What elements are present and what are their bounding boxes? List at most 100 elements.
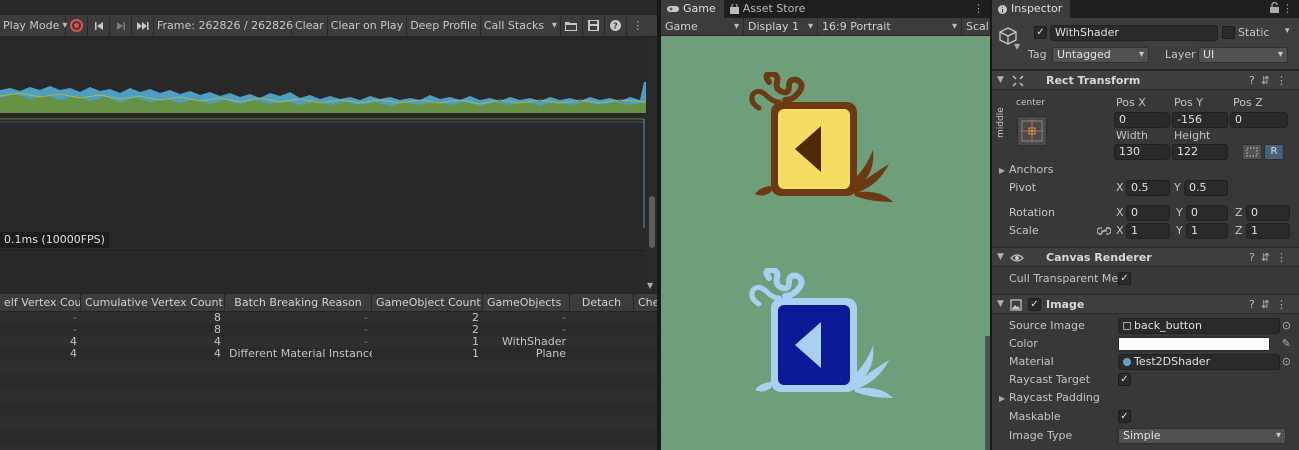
static-checkbox[interactable] [1222, 26, 1235, 39]
component-controls-icon[interactable]: ?⇵⋮ [1249, 298, 1293, 311]
profiler-scrollbar-thumb[interactable] [649, 196, 655, 248]
scale-y-field[interactable]: 1 [1186, 223, 1228, 239]
posz-field[interactable]: 0 [1230, 112, 1288, 128]
col-gameobjects[interactable]: GameObjects [483, 294, 570, 312]
foldout-arrow-icon[interactable]: ▼ [997, 299, 1004, 309]
save-button[interactable] [583, 15, 605, 36]
game-viewport[interactable] [661, 36, 990, 450]
image-enabled-checkbox[interactable]: ✓ [1028, 298, 1041, 311]
pivot-x-field[interactable]: 0.5 [1126, 180, 1170, 196]
constrain-proportions-icon[interactable] [1097, 226, 1111, 236]
component-controls-icon[interactable]: ?⇵⋮ [1249, 74, 1293, 87]
rot-z-field[interactable]: 0 [1246, 205, 1290, 221]
foldout-arrow-icon[interactable]: ▼ [997, 252, 1004, 262]
col-gameobject-count[interactable]: GameObject Count [372, 294, 483, 312]
pivot-y-field[interactable]: 0.5 [1184, 180, 1228, 196]
col-self-vertex-count[interactable]: elf Vertex Cour [0, 294, 81, 312]
rot-y-field[interactable]: 0 [1186, 205, 1228, 221]
scale-z-field[interactable]: 1 [1246, 223, 1290, 239]
deep-profile-button[interactable]: Deep Profile [407, 15, 481, 36]
col-detach[interactable]: Detach [570, 294, 634, 312]
image-type-dropdown[interactable]: Simple [1118, 428, 1286, 444]
scroll-down-arrow-icon[interactable]: ▼ [647, 281, 653, 290]
prev-frame-button[interactable] [88, 15, 110, 36]
cull-transparent-checkbox[interactable]: ✓ [1118, 272, 1131, 285]
rot-x-field[interactable]: 0 [1126, 205, 1170, 221]
tab-game[interactable]: Game [661, 0, 724, 18]
static-dropdown-arrow-icon[interactable]: ▾ [1285, 26, 1290, 36]
play-mode-dropdown[interactable]: Play Mode [0, 15, 66, 36]
image-component-header[interactable]: ▼ ✓ Image ?⇵⋮ [992, 294, 1299, 314]
clear-button[interactable]: Clear [292, 15, 328, 36]
next-frame-button[interactable] [110, 15, 132, 36]
back-button-blue[interactable] [741, 268, 901, 408]
blueprint-mode-button[interactable] [1242, 144, 1262, 160]
back-button-yellow[interactable] [741, 72, 901, 212]
posy-field[interactable]: -156 [1172, 112, 1228, 128]
profiler-scrollbar[interactable]: ▼ [646, 38, 657, 290]
raw-edit-button[interactable]: R [1264, 144, 1284, 160]
cpu-usage-chart[interactable] [0, 38, 647, 228]
col-cumulative-vertex-count[interactable]: Cumulative Vertex Count [81, 294, 225, 312]
raycast-padding-foldout-icon[interactable]: ▶ [999, 394, 1005, 403]
inspector-menu-icon[interactable]: ⋮ [1282, 2, 1293, 15]
color-swatch[interactable] [1118, 337, 1270, 351]
table-row[interactable]: 4 4 - 1 WithShader [0, 336, 657, 348]
cell-gameobject-count: 2 [472, 324, 479, 336]
profiler-menu-button[interactable]: ⋮ [627, 16, 649, 36]
save-icon [587, 20, 599, 31]
table-row[interactable]: 4 4 Different Material Instance 1 Plane [0, 348, 657, 360]
game-view-scrollbar[interactable] [985, 336, 990, 450]
inspector-tab-bar: Inspector ⋮ [992, 0, 1299, 18]
tag-dropdown[interactable]: Untagged [1052, 47, 1149, 63]
scale-slider-label[interactable]: Scal [962, 18, 990, 36]
canvas-renderer-header[interactable]: ▼ Canvas Renderer ?⇵⋮ [992, 247, 1299, 267]
current-frame-button[interactable] [132, 15, 154, 36]
aspect-dropdown[interactable]: 16:9 Portrait [818, 17, 962, 36]
image-title: Image [1046, 298, 1085, 311]
foldout-arrow-icon[interactable]: ▼ [997, 75, 1004, 85]
object-picker-icon[interactable]: ⊙ [1282, 355, 1291, 368]
gameobject-active-checkbox[interactable]: ✓ [1034, 26, 1047, 39]
call-stacks-dropdown[interactable]: Call Stacks [481, 15, 561, 36]
width-label: Width [1116, 129, 1148, 142]
lock-icon[interactable] [1270, 1, 1279, 16]
eyedropper-icon[interactable]: ✎ [1282, 337, 1291, 350]
height-field[interactable]: 122 [1172, 144, 1228, 160]
scale-x-field[interactable]: 1 [1126, 223, 1170, 239]
raycast-target-checkbox[interactable]: ✓ [1118, 373, 1131, 386]
record-button[interactable] [66, 15, 88, 36]
load-button[interactable] [561, 15, 583, 36]
cube-dropdown-arrow-icon[interactable]: ▼ [1014, 42, 1020, 51]
material-field[interactable]: Test2DShader [1118, 354, 1280, 370]
raycast-padding-label[interactable]: Raycast Padding [1009, 391, 1100, 404]
posx-field[interactable]: 0 [1114, 112, 1170, 128]
col-batch-breaking-reason[interactable]: Batch Breaking Reason [225, 294, 372, 312]
component-controls-icon[interactable]: ?⇵⋮ [1249, 251, 1293, 264]
rect-transform-title: Rect Transform [1046, 74, 1141, 87]
anchors-label[interactable]: Anchors [1009, 163, 1054, 176]
table-row[interactable]: - 8 - 2 - [0, 324, 657, 336]
help-button[interactable]: ? [605, 15, 627, 36]
width-field[interactable]: 130 [1114, 144, 1170, 160]
tab-inspector[interactable]: Inspector [992, 0, 1071, 18]
maskable-checkbox[interactable]: ✓ [1118, 410, 1131, 423]
gameobject-name-field[interactable]: WithShader [1050, 25, 1218, 41]
col-check[interactable]: Che [634, 294, 657, 312]
tab-asset-store[interactable]: Asset Store [724, 0, 814, 18]
table-row[interactable]: - 8 - 2 - [0, 312, 657, 324]
anchor-preset-button[interactable] [1017, 116, 1047, 146]
clear-on-play-button[interactable]: Clear on Play [328, 15, 408, 36]
game-panel-menu-icon[interactable]: ⋮ [973, 2, 984, 15]
source-image-field[interactable]: back_button [1118, 318, 1280, 334]
ornament-leaf-bottom-left [755, 382, 773, 392]
layer-dropdown[interactable]: UI [1198, 47, 1288, 63]
anchors-foldout-icon[interactable]: ▶ [999, 166, 1005, 175]
rect-transform-header[interactable]: ▼ Rect Transform ?⇵⋮ [992, 70, 1299, 90]
posy-label: Pos Y [1174, 96, 1203, 109]
game-view-dropdown[interactable]: Game [661, 17, 744, 36]
object-picker-icon[interactable]: ⊙ [1282, 319, 1291, 332]
cell-batch-reason: - [364, 324, 368, 336]
image-type-label: Image Type [1009, 429, 1073, 442]
display-dropdown[interactable]: Display 1 [744, 17, 818, 36]
